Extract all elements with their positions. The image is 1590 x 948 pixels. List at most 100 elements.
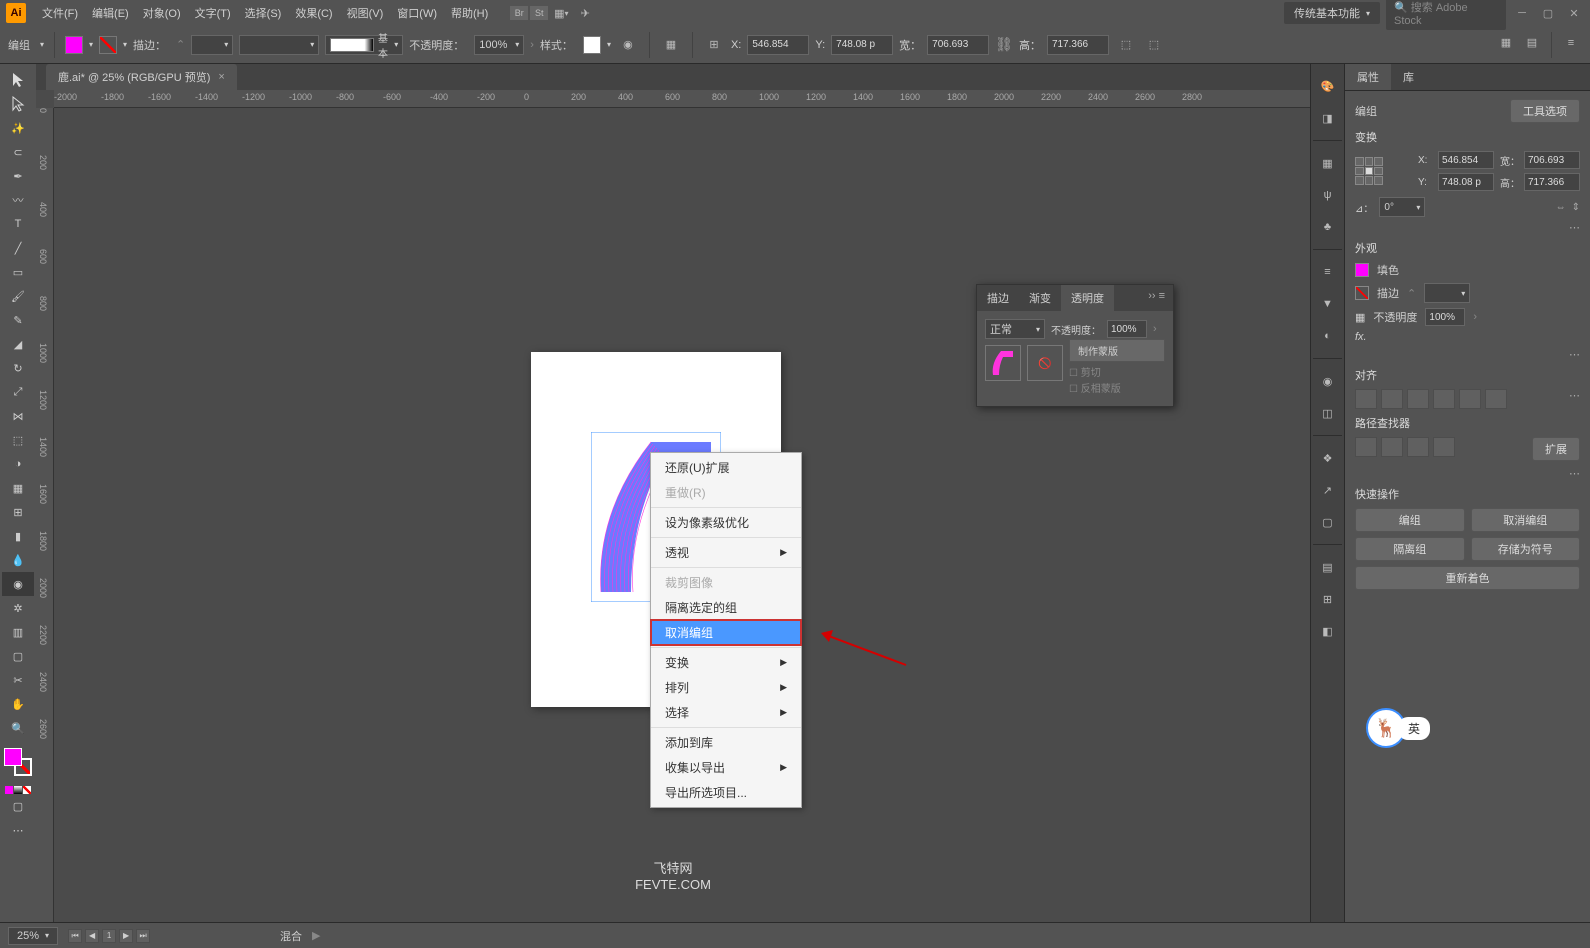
color-guide-icon[interactable]: ◨ xyxy=(1314,104,1342,132)
nav-first-icon[interactable]: ⏮ xyxy=(68,929,82,943)
color-panel-icon[interactable]: 🎨 xyxy=(1314,72,1342,100)
context-menu-item[interactable]: 变换▶ xyxy=(651,650,801,675)
tool-blend[interactable]: ◉ xyxy=(2,572,34,596)
menu-object[interactable]: 对象(O) xyxy=(137,1,187,25)
gradient-panel-icon[interactable]: ▼ xyxy=(1314,290,1342,318)
edit-mode-icon[interactable]: ▤ xyxy=(1521,32,1543,54)
appearance-more-icon[interactable]: ⋯ xyxy=(1569,349,1580,361)
fill-swatch[interactable] xyxy=(65,36,83,54)
tool-curvature[interactable]: 〰 xyxy=(2,188,34,212)
corners-icon[interactable]: ⬚ xyxy=(1143,34,1165,56)
align-right-icon[interactable] xyxy=(1407,389,1429,409)
window-close-icon[interactable]: ✕ xyxy=(1564,5,1584,21)
w-input[interactable] xyxy=(927,35,989,55)
artboards-panel-icon[interactable]: ▢ xyxy=(1314,508,1342,536)
quick-isolate-button[interactable]: 隔离组 xyxy=(1355,537,1465,561)
color-mode-row[interactable] xyxy=(0,786,36,794)
transform-dock-icon[interactable]: ⊞ xyxy=(1314,585,1342,613)
tool-pen[interactable]: ✒ xyxy=(2,164,34,188)
prop-w-input[interactable] xyxy=(1524,151,1580,169)
context-menu-item[interactable]: 取消编组 xyxy=(651,620,801,645)
fx-label[interactable]: fx. xyxy=(1355,331,1367,343)
edit-toolbar-icon[interactable]: ⋯ xyxy=(2,818,34,842)
tool-slice[interactable]: ✂ xyxy=(2,668,34,692)
transform-panel-icon[interactable]: ⊞ xyxy=(703,34,725,56)
flip-v-icon[interactable]: ⇕ xyxy=(1572,202,1580,213)
menu-view[interactable]: 视图(V) xyxy=(341,1,390,25)
profile-dropdown[interactable]: 基本▾ xyxy=(325,35,403,55)
tool-width[interactable]: ⋈ xyxy=(2,404,34,428)
pf-exclude-icon[interactable] xyxy=(1433,437,1455,457)
prop-y-input[interactable] xyxy=(1438,173,1494,191)
make-mask-button[interactable]: 制作蒙版 xyxy=(1069,339,1165,362)
shape-mode-icon[interactable]: ⬚ xyxy=(1115,34,1137,56)
swatches-panel-icon[interactable]: ▦ xyxy=(1314,149,1342,177)
tp-opacity-input[interactable] xyxy=(1107,320,1147,338)
options-menu-icon[interactable]: ≡ xyxy=(1560,32,1582,54)
close-tab-icon[interactable]: × xyxy=(218,71,224,83)
pf-more-icon[interactable]: ⋯ xyxy=(1569,468,1580,480)
asset-export-icon[interactable]: ↗ xyxy=(1314,476,1342,504)
tool-free-transform[interactable]: ⬚ xyxy=(2,428,34,452)
context-menu-item[interactable]: 设为像素级优化 xyxy=(651,510,801,535)
nav-artboard-number[interactable]: 1 xyxy=(102,929,116,943)
prop-opacity-input[interactable] xyxy=(1425,308,1465,326)
menu-select[interactable]: 选择(S) xyxy=(239,1,288,25)
prop-stroke-swatch[interactable] xyxy=(1355,286,1369,300)
isolate-icon[interactable]: ▦ xyxy=(1495,32,1517,54)
align-bottom-icon[interactable] xyxy=(1485,389,1507,409)
align-panel-icon[interactable]: ▤ xyxy=(1314,553,1342,581)
tool-type[interactable]: T xyxy=(2,212,34,236)
tool-lasso[interactable]: ⊂ xyxy=(2,140,34,164)
context-menu-item[interactable]: 收集以导出▶ xyxy=(651,755,801,780)
more-options-icon[interactable]: ⋯ xyxy=(1569,222,1580,234)
graphic-styles-icon[interactable]: ◫ xyxy=(1314,399,1342,427)
align-vcenter-icon[interactable] xyxy=(1459,389,1481,409)
layers-panel-icon[interactable]: ❖ xyxy=(1314,444,1342,472)
symbols-panel-icon[interactable]: ♣ xyxy=(1314,213,1342,241)
y-input[interactable] xyxy=(831,35,893,55)
prop-stroke-weight[interactable]: ▾ xyxy=(1424,283,1470,303)
quick-ungroup-button[interactable]: 取消编组 xyxy=(1471,508,1581,532)
context-menu-item[interactable]: 隔离选定的组 xyxy=(651,595,801,620)
menu-help[interactable]: 帮助(H) xyxy=(445,1,494,25)
prop-h-input[interactable] xyxy=(1524,173,1580,191)
tab-transparency[interactable]: 透明度 xyxy=(1061,285,1114,311)
stroke-panel-icon[interactable]: ≡ xyxy=(1314,258,1342,286)
tool-zoom[interactable]: 🔍 xyxy=(2,716,34,740)
tool-mesh[interactable]: ⊞ xyxy=(2,500,34,524)
align-more-icon[interactable]: ⋯ xyxy=(1569,389,1580,409)
arrange-icon[interactable]: ▦▾ xyxy=(550,2,572,24)
tool-scale[interactable]: ⤢ xyxy=(2,380,34,404)
pathfinder-dock-icon[interactable]: ◧ xyxy=(1314,617,1342,645)
workspace-switcher[interactable]: 传统基本功能▾ xyxy=(1284,2,1380,24)
tool-direct-select[interactable] xyxy=(2,92,34,116)
menu-type[interactable]: 文字(T) xyxy=(189,1,237,25)
sync-icon[interactable]: ✈ xyxy=(574,2,596,24)
zoom-dropdown[interactable]: 25%▾ xyxy=(8,927,58,945)
menu-window[interactable]: 窗口(W) xyxy=(391,1,443,25)
recolor-icon[interactable]: ◉ xyxy=(617,34,639,56)
tab-libraries[interactable]: 库 xyxy=(1391,64,1426,90)
canvas-area[interactable]: 鹿.ai* @ 25% (RGB/GPU 预览) × -2000-1800-16… xyxy=(36,64,1310,922)
pf-minus-front-icon[interactable] xyxy=(1381,437,1403,457)
menu-file[interactable]: 文件(F) xyxy=(36,1,84,25)
tool-perspective[interactable]: ▦ xyxy=(2,476,34,500)
prop-x-input[interactable] xyxy=(1438,151,1494,169)
prop-opacity-toggle-icon[interactable]: ▦ xyxy=(1355,311,1365,324)
nav-prev-icon[interactable]: ◀ xyxy=(85,929,99,943)
tool-options-button[interactable]: 工具选项 xyxy=(1510,99,1580,123)
context-menu-item[interactable]: 导出所选项目... xyxy=(651,780,801,805)
align-icon[interactable]: ▦ xyxy=(660,34,682,56)
tool-rectangle[interactable]: ▭ xyxy=(2,260,34,284)
transparency-thumb[interactable] xyxy=(985,345,1021,381)
prop-fill-swatch[interactable] xyxy=(1355,263,1369,277)
link-wh-icon[interactable]: ⛓ xyxy=(995,36,1013,53)
tool-shaper[interactable]: ✎ xyxy=(2,308,34,332)
menu-edit[interactable]: 编辑(E) xyxy=(86,1,135,25)
reference-point-picker[interactable] xyxy=(1355,157,1383,185)
tool-magic-wand[interactable]: ✨ xyxy=(2,116,34,140)
quick-recolor-button[interactable]: 重新着色 xyxy=(1355,566,1580,590)
context-menu-item[interactable]: 排列▶ xyxy=(651,675,801,700)
context-menu-item[interactable]: 添加到库 xyxy=(651,730,801,755)
